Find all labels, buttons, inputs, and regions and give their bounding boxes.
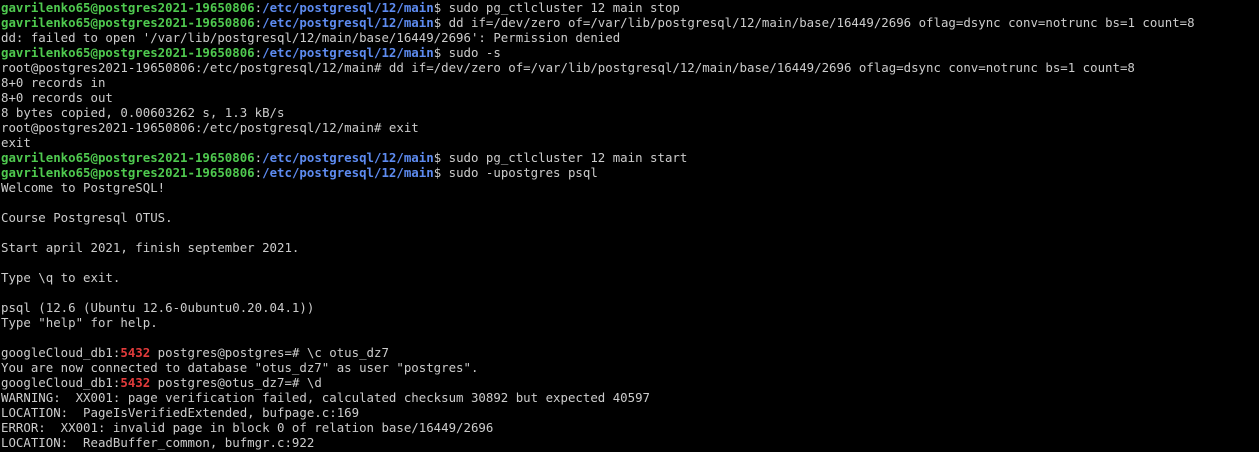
terminal-line: You are now connected to database "otus_… [1, 360, 1259, 375]
output-text: : [254, 150, 263, 165]
output-text: $ sudo pg_ctlcluster 12 main stop [433, 0, 680, 15]
terminal-line: dd: failed to open '/var/lib/postgresql/… [1, 30, 1259, 45]
terminal-line: Course Postgresql OTUS. [1, 210, 1259, 225]
output-text: : [254, 45, 263, 60]
output-text: psql (12.6 (Ubuntu 12.6-0ubuntu0.20.04.1… [1, 300, 315, 315]
output-text: 8 bytes copied, 0.00603262 s, 1.3 kB/s [1, 105, 285, 120]
output-text: LOCATION: ReadBuffer_common, bufmgr.c:92… [1, 435, 315, 450]
prompt-path: /etc/postgresql/12/main [262, 150, 434, 165]
output-text: LOCATION: PageIsVerifiedExtended, bufpag… [1, 405, 360, 420]
output-text: root@postgres2021-19650806:/etc/postgres… [1, 60, 1135, 75]
output-text: googleCloud_db1: [1, 375, 121, 390]
output-text: $ sudo pg_ctlcluster 12 main start [433, 150, 688, 165]
terminal-line: exit [1, 135, 1259, 150]
output-text: WARNING: XX001: page verification failed… [1, 390, 651, 405]
terminal-line: psql (12.6 (Ubuntu 12.6-0ubuntu0.20.04.1… [1, 300, 1259, 315]
prompt-user-host: gavrilenko65@postgres2021-19650806 [1, 45, 255, 60]
prompt-path: /etc/postgresql/12/main [262, 0, 434, 15]
output-text: $ sudo -upostgres psql [433, 165, 598, 180]
terminal-line: gavrilenko65@postgres2021-19650806:/etc/… [1, 45, 1259, 60]
terminal-line: Type \q to exit. [1, 270, 1259, 285]
terminal-line: Type "help" for help. [1, 315, 1259, 330]
output-text: $ dd if=/dev/zero of=/var/lib/postgresql… [433, 15, 1195, 30]
output-text: : [254, 0, 263, 15]
output-text: : [254, 165, 263, 180]
terminal-line: Start april 2021, finish september 2021. [1, 240, 1259, 255]
terminal-line: googleCloud_db1:5432 postgres@postgres=#… [1, 345, 1259, 360]
terminal-line: root@postgres2021-19650806:/etc/postgres… [1, 120, 1259, 135]
terminal-window[interactable]: gavrilenko65@postgres2021-19650806:/etc/… [0, 0, 1259, 452]
output-text: Welcome to PostgreSQL! [1, 180, 166, 195]
output-text: 8+0 records in [1, 75, 106, 90]
output-text: dd: failed to open '/var/lib/postgresql/… [1, 30, 621, 45]
output-text: postgres@postgres=# \c otus_dz7 [150, 345, 389, 360]
terminal-line: ERROR: XX001: invalid page in block 0 of… [1, 420, 1259, 435]
psql-port: 5432 [120, 345, 151, 360]
terminal-line: gavrilenko65@postgres2021-19650806:/etc/… [1, 0, 1259, 15]
prompt-user-host: gavrilenko65@postgres2021-19650806 [1, 0, 255, 15]
terminal-line: root@postgres2021-19650806:/etc/postgres… [1, 60, 1259, 75]
output-text: postgres@otus_dz7=# \d [150, 375, 322, 390]
prompt-path: /etc/postgresql/12/main [262, 45, 434, 60]
output-text: Type \q to exit. [1, 270, 121, 285]
output-text: : [254, 15, 263, 30]
terminal-line: LOCATION: PageIsVerifiedExtended, bufpag… [1, 405, 1259, 420]
terminal-line: gavrilenko65@postgres2021-19650806:/etc/… [1, 150, 1259, 165]
terminal-line: gavrilenko65@postgres2021-19650806:/etc/… [1, 15, 1259, 30]
terminal-line: LOCATION: ReadBuffer_common, bufmgr.c:92… [1, 435, 1259, 450]
output-text: 8+0 records out [1, 90, 113, 105]
output-text: ERROR: XX001: invalid page in block 0 of… [1, 420, 494, 435]
prompt-path: /etc/postgresql/12/main [262, 15, 434, 30]
psql-port: 5432 [120, 375, 151, 390]
output-text: googleCloud_db1: [1, 345, 121, 360]
terminal-line: Welcome to PostgreSQL! [1, 180, 1259, 195]
prompt-path: /etc/postgresql/12/main [262, 165, 434, 180]
output-text: root@postgres2021-19650806:/etc/postgres… [1, 120, 419, 135]
output-text: Start april 2021, finish september 2021. [1, 240, 300, 255]
terminal-line: 8+0 records out [1, 90, 1259, 105]
terminal-line: gavrilenko65@postgres2021-19650806:/etc/… [1, 165, 1259, 180]
output-text: exit [1, 135, 31, 150]
output-text: Type "help" for help. [1, 315, 158, 330]
prompt-user-host: gavrilenko65@postgres2021-19650806 [1, 150, 255, 165]
prompt-user-host: gavrilenko65@postgres2021-19650806 [1, 165, 255, 180]
output-text: Course Postgresql OTUS. [1, 210, 173, 225]
terminal-line: googleCloud_db1:5432 postgres@otus_dz7=#… [1, 375, 1259, 390]
terminal-line: 8 bytes copied, 0.00603262 s, 1.3 kB/s [1, 105, 1259, 120]
prompt-user-host: gavrilenko65@postgres2021-19650806 [1, 15, 255, 30]
terminal-line: WARNING: XX001: page verification failed… [1, 390, 1259, 405]
output-text: You are now connected to database "otus_… [1, 360, 479, 375]
output-text: $ sudo -s [433, 45, 501, 60]
terminal-line: 8+0 records in [1, 75, 1259, 90]
